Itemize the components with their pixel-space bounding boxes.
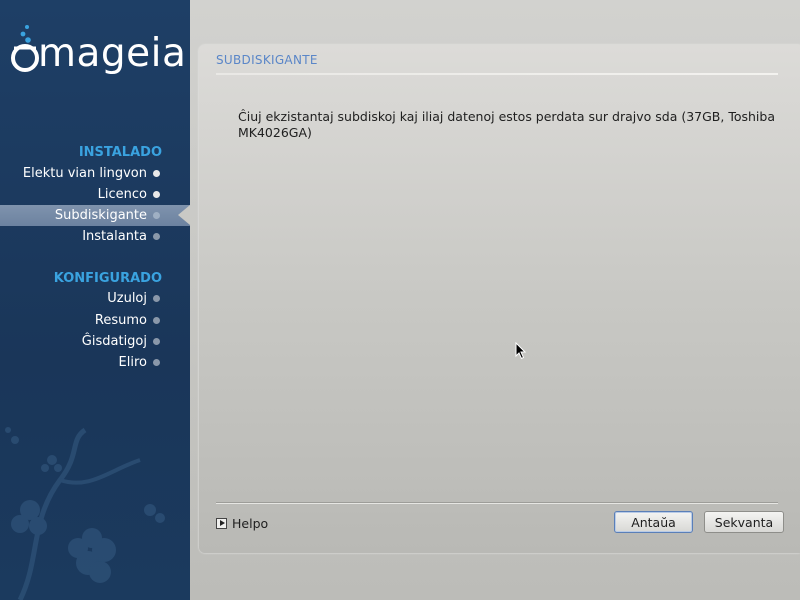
help-expander[interactable]: Helpo xyxy=(216,515,268,531)
sidebar-step-users: Uzuloj xyxy=(0,288,190,309)
step-label: Uzuloj xyxy=(107,291,147,306)
step-label: Eliro xyxy=(118,355,147,370)
decorative-flowers-icon xyxy=(5,427,165,600)
warning-message: Ĉiuj ekzistantaj subdiskoj kaj iliaj dat… xyxy=(238,109,775,140)
sidebar-step-exit: Eliro xyxy=(0,352,190,373)
step-label: Instalanta xyxy=(82,229,147,244)
sidebar-step-installing: Instalanta xyxy=(0,226,190,247)
mouse-pointer-icon xyxy=(515,342,527,360)
active-step-arrow-icon xyxy=(178,205,190,225)
footer-divider xyxy=(216,502,778,503)
sidebar-step-updates: Ĝisdatigoj xyxy=(0,331,190,352)
step-label: Ĝisdatigoj xyxy=(81,334,147,349)
step-current-dot-icon xyxy=(153,212,160,219)
step-label: Elektu vian lingvon xyxy=(22,166,147,181)
sidebar-step-language: Elektu vian lingvon xyxy=(0,163,190,184)
step-pending-dot-icon xyxy=(153,359,160,366)
step-label: Subdiskigante xyxy=(54,208,147,223)
step-label: Licenco xyxy=(97,187,147,202)
sidebar-step-license: Licenco xyxy=(0,184,190,205)
sidebar: mageia INSTALADO Elektu vian lingvon Lic… xyxy=(0,0,190,600)
main-panel: SUBDISKIGANTE Ĉiuj ekzistantaj subdiskoj… xyxy=(199,45,800,553)
sidebar-step-partitioning: Subdiskigante xyxy=(0,205,190,226)
sidebar-step-summary: Resumo xyxy=(0,310,190,331)
previous-button[interactable]: Antaŭa xyxy=(614,511,693,533)
step-done-dot-icon xyxy=(153,170,160,177)
section-title-configure: KONFIGURADO xyxy=(53,271,162,286)
help-label: Helpo xyxy=(232,515,269,531)
step-pending-dot-icon xyxy=(153,233,160,240)
brand-name: mageia xyxy=(38,31,187,76)
section-title-install: INSTALADO xyxy=(78,145,162,160)
step-done-dot-icon xyxy=(153,191,160,198)
step-pending-dot-icon xyxy=(153,295,160,302)
step-label: Resumo xyxy=(94,313,147,328)
step-pending-dot-icon xyxy=(153,338,160,345)
next-button[interactable]: Sekvanta xyxy=(704,511,784,533)
expand-arrow-icon[interactable] xyxy=(216,517,227,529)
page-title: SUBDISKIGANTE xyxy=(216,53,318,67)
step-pending-dot-icon xyxy=(153,317,160,324)
title-divider xyxy=(216,73,778,75)
